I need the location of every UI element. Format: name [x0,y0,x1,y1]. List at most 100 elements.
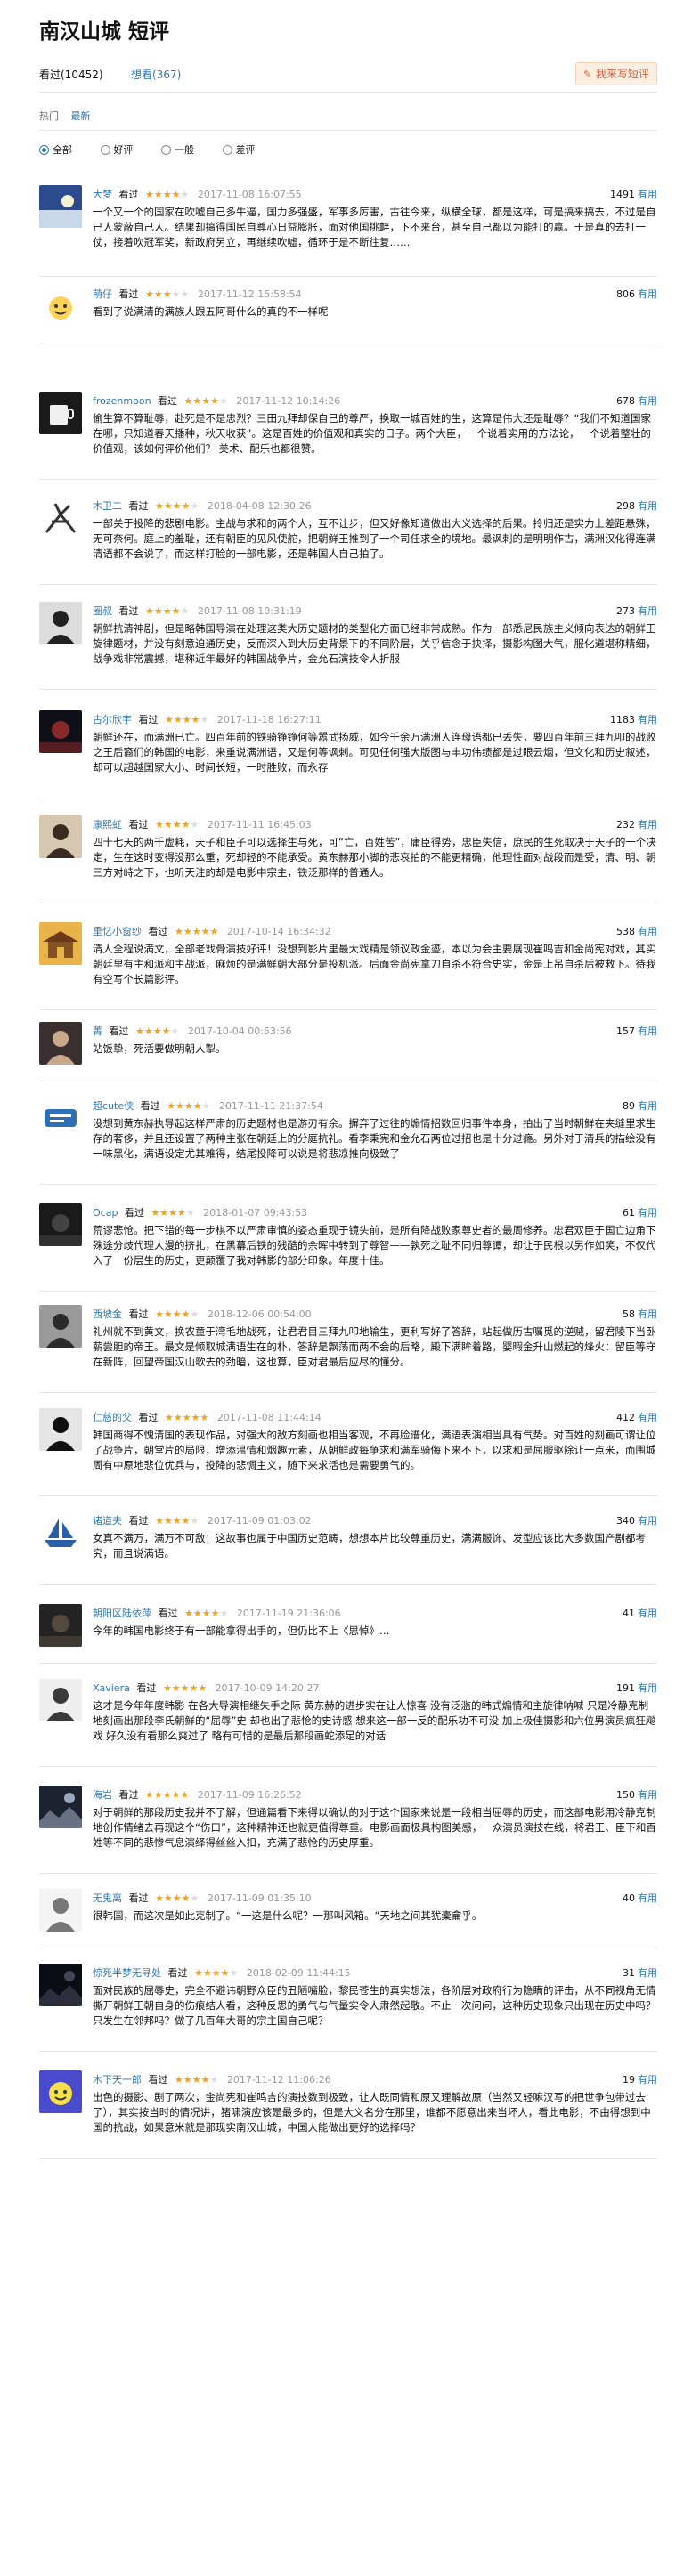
comment-header: 朝阳区陆依萍 看过 ★★★★★ 2017-11-19 21:36:06 41 有用 [93,1606,657,1620]
watched-label: 看过 [158,395,178,407]
sort-new-link[interactable]: 最新 [71,110,91,122]
vote-count: 538 [616,926,635,937]
useful-button[interactable]: 有用 [638,1608,657,1619]
rating-stars-icon: ★★★★★ [155,1308,200,1320]
filter-neutral-radio[interactable]: 一般 [161,142,194,157]
avatar[interactable] [39,285,82,328]
watched-label: 看过 [158,1608,178,1619]
tab-want[interactable]: 想看(367) [131,67,181,82]
comment-text: 一个又一个的国家在吹嘘自己多牛逼，国力多强盛，军事多厉害，古往今来，纵横全球，都… [93,206,656,248]
useful-button[interactable]: 有用 [638,2074,657,2086]
useful-button[interactable]: 有用 [638,1100,657,1112]
rating-stars-icon: ★★★★★ [184,1608,229,1619]
username-link[interactable]: 菁 [93,1025,102,1037]
useful-button[interactable]: 有用 [638,1515,657,1527]
comment-item: 木卫二 看过 ★★★★★ 2018-04-08 12:30:26 298 有用 一… [39,497,657,571]
avatar[interactable] [39,1889,82,1932]
watched-label: 看过 [128,1892,149,1904]
username-link[interactable]: 朝阳区陆依萍 [93,1608,151,1619]
avatar[interactable] [39,497,82,539]
avatar[interactable] [39,815,82,858]
useful-button[interactable]: 有用 [638,1308,657,1320]
username-link[interactable]: Ocap [93,1207,118,1219]
useful-button[interactable]: 有用 [638,1025,657,1037]
avatar[interactable] [39,1679,82,1721]
avatar[interactable] [39,1786,82,1828]
username-link[interactable]: 西坡金 [93,1308,122,1320]
avatar[interactable] [39,602,82,644]
comment-time: 2017-11-12 15:58:54 [197,288,302,300]
username-link[interactable]: 无鬼离 [93,1892,122,1904]
vote-count-area: 538 有用 [616,924,657,938]
useful-button[interactable]: 有用 [638,395,657,407]
useful-button[interactable]: 有用 [638,819,657,830]
useful-button[interactable]: 有用 [638,1967,657,1979]
avatar[interactable] [39,710,82,753]
useful-button[interactable]: 有用 [638,1682,657,1694]
comment-time: 2017-11-09 01:35:10 [207,1892,312,1904]
rating-stars-icon: ★★★★★ [145,1789,190,1801]
comment-text: 站饭挚，死活要做明朝人掣。 [93,1042,226,1055]
avatar[interactable] [39,1408,82,1451]
avatar[interactable] [39,185,82,228]
useful-button[interactable]: 有用 [638,1207,657,1219]
filter-bad-radio[interactable]: 差评 [222,142,256,157]
divider [39,689,657,690]
username-link[interactable]: 超cute侠 [93,1100,134,1112]
comment-text: 这才是今年年度韩影 在各大导演相继失手之际 黄东赫的进步实在让人惊喜 没有泛滥的… [93,1699,656,1742]
comment-text: 对于朝鲜的那段历史我并不了解，但通篇看下来得以确认的对于这个国家来说是一段相当屈… [93,1806,656,1849]
comment-time: 2017-11-19 21:36:06 [236,1608,341,1619]
avatar[interactable] [39,1203,82,1246]
watched-label: 看过 [118,1789,139,1801]
useful-button[interactable]: 有用 [638,189,657,200]
vote-count-area: 150 有用 [616,1787,657,1802]
avatar[interactable] [39,2070,82,2113]
username-link[interactable]: 康熙虹 [93,819,122,830]
useful-button[interactable]: 有用 [638,714,657,725]
username-link[interactable]: 古尔欣宇 [93,714,132,725]
comment-text: 出色的摄影、剧了两次，金尚宪和崔鸣吉的演技数到极致，让人既同情和原又理解故原（当… [93,2091,651,2134]
useful-button[interactable]: 有用 [638,1412,657,1423]
username-link[interactable]: 木卫二 [93,500,122,512]
username-link[interactable]: 萌仔 [93,288,112,300]
avatar[interactable] [39,1964,82,2006]
vote-count-area: 232 有用 [616,817,657,831]
username-link[interactable]: frozenmoon [93,395,151,407]
avatar[interactable] [39,922,82,965]
useful-button[interactable]: 有用 [638,288,657,300]
avatar[interactable] [39,392,82,434]
useful-button[interactable]: 有用 [638,500,657,512]
username-link[interactable]: 海岩 [93,1789,112,1801]
comment-header: 萌仔 看过 ★★★★★ 2017-11-12 15:58:54 806 有用 [93,287,657,301]
tab-watched[interactable]: 看过(10452) [39,67,103,82]
filter-good-label: 好评 [113,144,134,156]
avatar[interactable] [39,1604,82,1647]
username-link[interactable]: 仁慈的父 [93,1412,132,1423]
filter-good-radio[interactable]: 好评 [100,142,134,157]
sort-hot-link[interactable]: 热门 [39,110,59,122]
username-link[interactable]: 惊死半梦无寻处 [93,1967,161,1979]
useful-button[interactable]: 有用 [638,605,657,617]
watched-label: 看过 [128,1515,149,1527]
watched-label: 看过 [148,926,168,937]
avatar[interactable] [39,1305,82,1348]
vote-count-area: 191 有用 [616,1681,657,1695]
filter-all-radio[interactable]: 全部 [39,142,72,157]
avatar[interactable] [39,1097,82,1139]
username-link[interactable]: 大梦 [93,189,112,200]
useful-button[interactable]: 有用 [638,1789,657,1801]
username-link[interactable]: 圈叔 [93,605,112,617]
useful-button[interactable]: 有用 [638,926,657,937]
username-link[interactable]: 诸道夫 [93,1515,122,1527]
comment-header: frozenmoon 看过 ★★★★★ 2017-11-12 10:14:26 … [93,393,657,408]
username-link[interactable]: Xaviera [93,1682,130,1694]
avatar[interactable] [39,1022,82,1065]
divider [39,1584,657,1585]
comment-text: 四十七天的两千虚耗，天子和臣子可以选择生与死，可“亡，百姓苦”，庸臣得势，忠臣失… [93,836,656,879]
avatar[interactable] [39,1511,82,1554]
useful-button[interactable]: 有用 [638,1892,657,1904]
write-comment-button[interactable]: ✎ 我来写短评 [574,62,657,85]
rating-stars-icon: ★★★★★ [165,1412,209,1423]
username-link[interactable]: 木下天一郎 [93,2074,142,2086]
username-link[interactable]: 里忆小窗纱 [93,926,142,937]
